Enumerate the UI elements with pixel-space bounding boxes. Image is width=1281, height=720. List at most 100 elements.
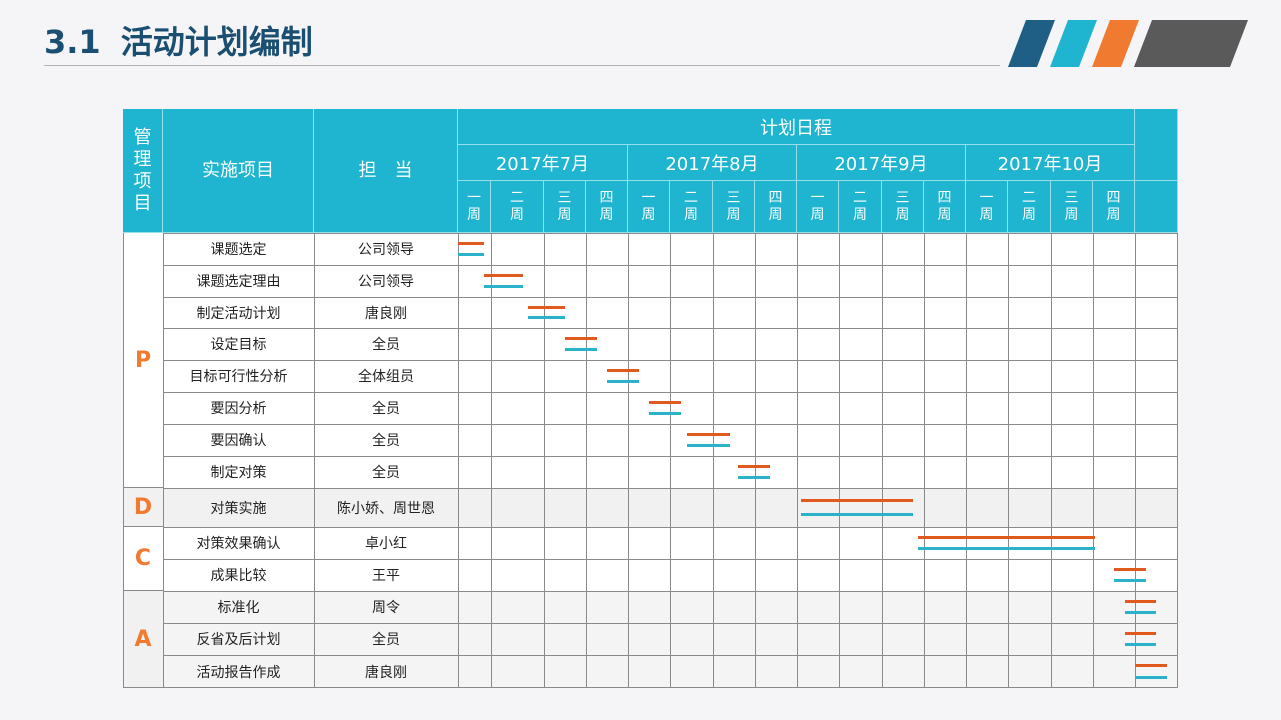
task-item: 制定对策 xyxy=(210,465,267,481)
week-header-label: 三周 xyxy=(895,189,910,223)
plan-bar xyxy=(1114,567,1146,571)
task-owner: 公司领导 xyxy=(358,274,414,290)
actual-bar xyxy=(917,547,1096,551)
week-header-15: 四周 xyxy=(1093,181,1135,233)
grid-vline xyxy=(1177,233,1178,688)
page-title: 3.1 活动计划编制 xyxy=(44,20,313,64)
task-item: 要因确认 xyxy=(210,433,267,449)
task-owner: 全员 xyxy=(372,401,400,417)
grid-vline xyxy=(628,233,629,688)
week-header-label: 三周 xyxy=(1064,189,1079,223)
task-owner: 唐良刚 xyxy=(365,305,407,322)
week-header-label: 四周 xyxy=(768,189,783,223)
week-header-label: 二周 xyxy=(1022,189,1036,223)
grid-vline xyxy=(797,233,798,688)
week-header-label: 二周 xyxy=(853,189,867,223)
actual-bar xyxy=(649,412,681,416)
grid-vline xyxy=(882,233,883,688)
task-item: 要因分析 xyxy=(210,401,267,417)
stripe-cyan xyxy=(1050,20,1097,67)
stripe-gray xyxy=(1134,20,1248,67)
grid-vline xyxy=(586,233,587,688)
header-schedule: 计划日程 xyxy=(458,109,1135,145)
plan-bar xyxy=(687,432,730,436)
section-title: 活动计划编制 xyxy=(120,23,313,61)
week-header-label: 三周 xyxy=(726,189,741,223)
grid-vline xyxy=(1008,233,1009,688)
week-header-label: 一周 xyxy=(979,189,994,223)
plan-bar xyxy=(1135,664,1167,668)
plan-bar xyxy=(801,499,914,503)
task-owner: 公司领导 xyxy=(358,242,414,258)
decorative-stripes xyxy=(1008,20,1248,67)
week-header-6: 三周 xyxy=(713,181,755,233)
actual-bar xyxy=(801,512,914,516)
header-phase: 管理项目 xyxy=(123,109,163,233)
section-number: 3.1 xyxy=(44,23,101,61)
week-header-4: 一周 xyxy=(628,181,670,233)
week-header-7: 四周 xyxy=(755,181,797,233)
task-owner: 全员 xyxy=(372,337,400,353)
phase-d: D xyxy=(123,488,163,527)
grid-vline xyxy=(755,233,756,688)
week-header-label: 一周 xyxy=(810,189,825,223)
stripe-orange xyxy=(1092,20,1139,67)
task-item: 课题选定 xyxy=(210,242,267,258)
week-header-label: 一周 xyxy=(467,189,481,223)
actual-bar xyxy=(565,348,597,352)
grid-vline xyxy=(1051,233,1052,688)
actual-bar xyxy=(607,380,639,384)
plan-bar xyxy=(528,305,565,309)
title-underline xyxy=(44,65,1000,66)
week-header-label: 二周 xyxy=(510,189,524,223)
actual-bar xyxy=(528,316,565,320)
week-header-13: 二周 xyxy=(1008,181,1051,233)
task-item: 设定目标 xyxy=(210,337,267,353)
grid-vline xyxy=(670,233,671,688)
task-item: 课题选定理由 xyxy=(196,274,281,290)
header-owner: 担 当 xyxy=(314,109,458,233)
plan-bar xyxy=(607,368,639,372)
month-header-3: 2017年10月 xyxy=(966,145,1135,181)
task-item: 反省及后计划 xyxy=(196,632,281,648)
week-header-11: 四周 xyxy=(924,181,966,233)
actual-bar xyxy=(1114,579,1146,583)
header-phase-label: 管理项目 xyxy=(133,126,152,214)
plan-bar xyxy=(649,400,681,404)
week-header-8: 一周 xyxy=(797,181,839,233)
actual-bar xyxy=(1124,643,1156,647)
grid-vline xyxy=(491,233,492,688)
plan-bar xyxy=(484,273,523,277)
week-header-2: 三周 xyxy=(544,181,586,233)
task-owner: 全员 xyxy=(372,433,400,449)
grid-vline xyxy=(544,233,545,688)
week-header-12: 一周 xyxy=(966,181,1008,233)
task-item: 目标可行性分析 xyxy=(189,369,288,385)
grid-hline xyxy=(123,687,163,688)
task-item: 活动报告作成 xyxy=(196,664,281,681)
week-header-label: 二周 xyxy=(684,189,698,223)
actual-bar xyxy=(687,444,730,448)
plan-bar xyxy=(917,535,1096,539)
week-header-14: 三周 xyxy=(1051,181,1093,233)
task-owner: 全员 xyxy=(372,632,400,648)
grid-vline xyxy=(966,233,967,688)
actual-bar xyxy=(484,285,523,289)
actual-bar xyxy=(738,476,770,480)
week-header-0: 一周 xyxy=(458,181,491,233)
task-item: 标准化 xyxy=(217,600,260,616)
week-header-3: 四周 xyxy=(586,181,628,233)
grid-vline xyxy=(1135,233,1136,688)
phase-p: P xyxy=(123,233,163,488)
task-item: 对策实施 xyxy=(210,500,267,517)
plan-bar xyxy=(1124,631,1156,635)
month-header-0: 2017年7月 xyxy=(458,145,628,181)
actual-bar xyxy=(458,253,485,257)
header-item: 实施项目 xyxy=(163,109,314,233)
phase-c: C xyxy=(123,527,163,591)
actual-bar xyxy=(1135,675,1167,679)
week-header-5: 二周 xyxy=(670,181,713,233)
task-owner: 全体组员 xyxy=(358,369,414,385)
plan-bar xyxy=(565,336,597,340)
task-owner: 王平 xyxy=(372,568,400,584)
